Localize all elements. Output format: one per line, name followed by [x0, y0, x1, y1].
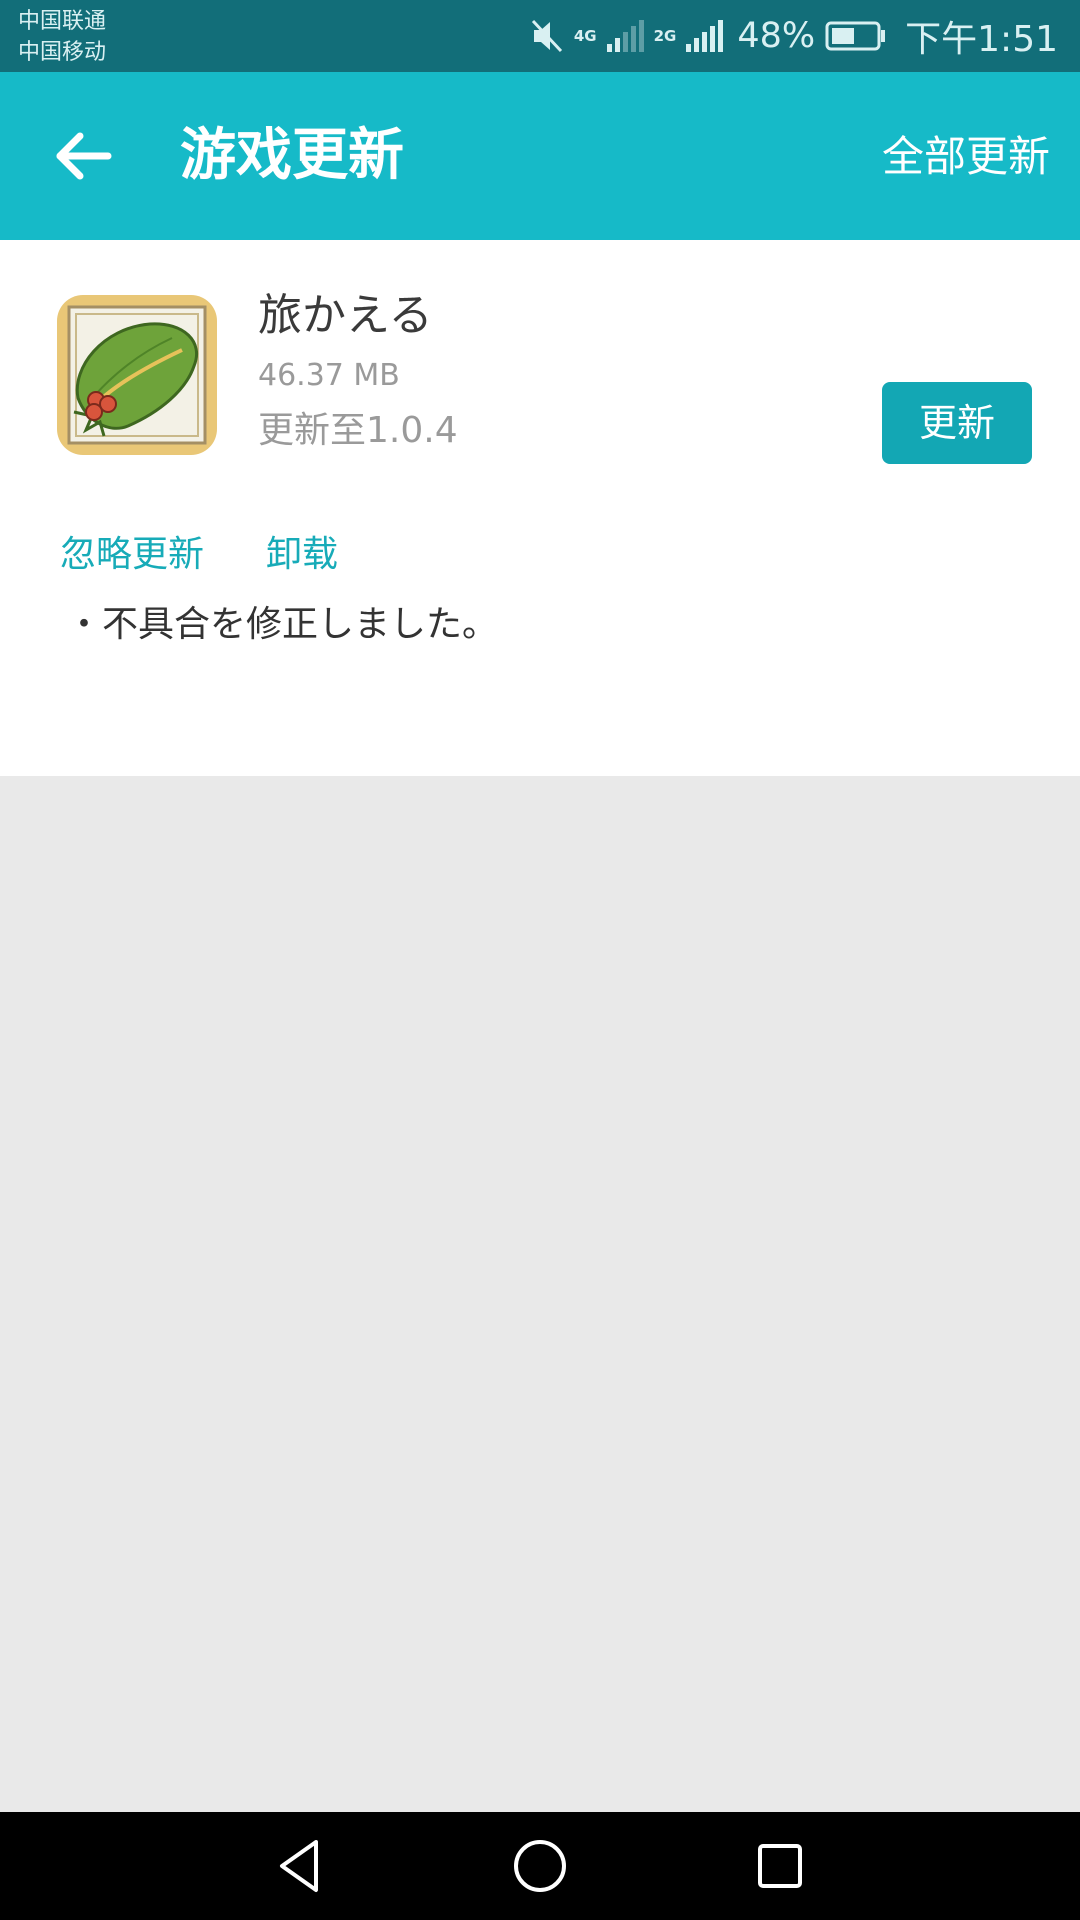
network-type-2: 2G [653, 27, 677, 45]
carrier-1: 中国联通 [18, 9, 107, 34]
back-triangle-icon[interactable] [268, 1834, 332, 1898]
signal-icon [686, 20, 724, 52]
status-bar: 中国联通 中国移动 4G 2G 48% 下午1:51 [0, 0, 1080, 72]
arrow-left-icon [56, 132, 112, 180]
recents-square-icon[interactable] [748, 1834, 812, 1898]
ignore-update-link[interactable]: 忽略更新 [60, 530, 204, 580]
action-links: 忽略更新 卸载 [60, 530, 338, 580]
navigation-bar [0, 1812, 1080, 1920]
status-icons: 4G 2G 48% 下午1:51 [530, 0, 1058, 72]
app-version: 更新至1.0.4 [258, 410, 458, 451]
battery-percent: 48% [737, 16, 816, 56]
app-bar: 游戏更新 全部更新 [0, 72, 1080, 240]
app-name: 旅かえる [258, 290, 433, 341]
update-item-card: 旅かえる 46.37 MB 更新至1.0.4 更新 忽略更新 卸载 ・不具合を修… [0, 240, 1080, 776]
frog-hat-app-icon[interactable] [56, 294, 218, 456]
uninstall-link[interactable]: 卸载 [266, 530, 338, 580]
update-all-button[interactable]: 全部更新 [882, 132, 1050, 182]
network-type-1: 4G [573, 27, 597, 45]
mute-icon [531, 19, 562, 53]
clock: 下午1:51 [905, 19, 1058, 60]
release-notes: ・不具合を修正しました。 [66, 604, 499, 645]
carrier-2: 中国移动 [18, 40, 107, 65]
update-button[interactable]: 更新 [882, 382, 1032, 464]
back-button[interactable] [44, 116, 124, 196]
page-title: 游戏更新 [180, 123, 404, 188]
home-circle-icon[interactable] [508, 1834, 572, 1898]
battery-icon [825, 21, 886, 51]
carrier-info: 中国联通 中国移动 [18, 6, 106, 68]
app-size: 46.37 MB [258, 358, 400, 393]
signal-icon [606, 20, 644, 52]
